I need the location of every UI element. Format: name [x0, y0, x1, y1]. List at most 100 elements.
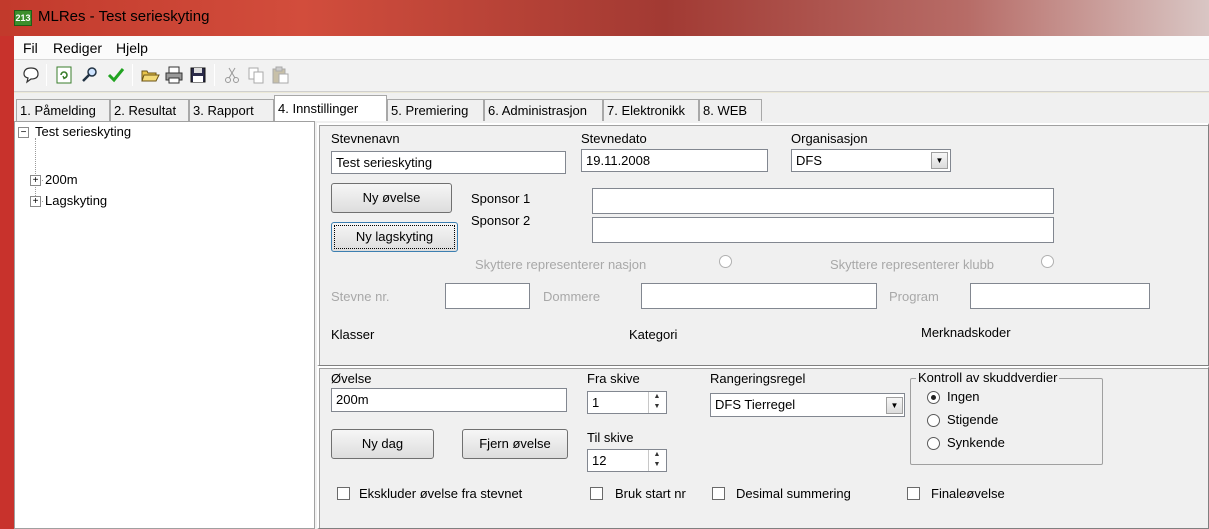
tab-report[interactable]: 3. Rapport: [189, 99, 274, 121]
exercise-settings-panel: Øvelse 200m Fra skive 1 ▲ ▼ Til skive 12 …: [317, 366, 1209, 529]
background-window-edge: [0, 36, 14, 529]
exclude-exercise-checkbox[interactable]: [337, 487, 350, 500]
judges-field[interactable]: [641, 283, 877, 309]
chevron-down-icon[interactable]: ▼: [886, 397, 903, 414]
sponsor2-label: Sponsor 2: [471, 213, 531, 228]
organisation-value: DFS: [796, 153, 822, 168]
new-team-shooting-button[interactable]: Ny lagskyting: [331, 222, 458, 252]
club-representation-label: Skyttere representerer klubb: [830, 257, 995, 272]
ranking-rule-select[interactable]: DFS Tierregel: [710, 393, 905, 417]
category-label: Kategori: [629, 327, 678, 342]
tab-web[interactable]: 8. WEB: [699, 99, 762, 121]
classes-label: Klasser: [331, 327, 375, 342]
window-title: MLRes - Test serieskyting: [38, 8, 210, 25]
new-day-button[interactable]: Ny dag: [331, 429, 434, 459]
exclude-exercise-label: Ekskluder øvelse fra stevnet: [359, 486, 523, 501]
mark-codes-label: Merknadskoder: [921, 325, 1011, 340]
spin-up-icon[interactable]: ▲: [649, 450, 665, 460]
tab-settings[interactable]: 4. Innstillinger: [274, 95, 387, 121]
tab-strip: 1. Påmelding 2. Resultat 3. Rapport 4. I…: [14, 93, 1209, 121]
menu-edit[interactable]: Rediger: [53, 40, 102, 56]
sponsor2-field[interactable]: [592, 217, 1054, 243]
tab-prizes[interactable]: 5. Premiering: [387, 99, 484, 121]
event-name-field[interactable]: Test serieskyting: [331, 151, 566, 174]
ranking-rule-label: Rangeringsregel: [710, 371, 806, 386]
toolbar-separator: [46, 64, 47, 86]
toolbar-separator: [132, 64, 133, 86]
program-field[interactable]: [970, 283, 1150, 309]
from-target-spin[interactable]: ▲ ▼: [648, 392, 665, 413]
help-pointer-icon[interactable]: [21, 65, 41, 85]
expand-icon[interactable]: +: [30, 196, 41, 207]
program-label: Program: [889, 289, 939, 304]
shot-value-control-legend: Kontroll av skuddverdier: [916, 370, 1060, 385]
nation-representation-label: Skyttere representerer nasjon: [475, 257, 647, 272]
cut-icon: [222, 65, 242, 85]
sponsor1-label: Sponsor 1: [471, 191, 531, 206]
print-icon[interactable]: [164, 65, 184, 85]
final-exercise-label: Finaleøvelse: [931, 486, 1005, 501]
start-number-label: Bruk start nr: [615, 486, 686, 501]
club-radio[interactable]: [1041, 255, 1054, 268]
from-target-value: 1: [592, 395, 600, 410]
decimal-sum-label: Desimal summering: [736, 486, 851, 501]
from-target-label: Fra skive: [587, 371, 640, 386]
copy-icon: [246, 65, 266, 85]
tab-results[interactable]: 2. Resultat: [110, 99, 189, 121]
event-tree: − Test serieskyting + 200m + Lagskyting: [14, 121, 315, 529]
paste-icon: [270, 65, 290, 85]
expand-icon[interactable]: +: [30, 175, 41, 186]
chevron-down-icon[interactable]: ▼: [931, 152, 948, 169]
radio-selected-dot: [931, 395, 936, 400]
control-option-descending: Synkende: [947, 435, 1005, 450]
control-radio-none[interactable]: [927, 391, 940, 404]
settings-area: Stevnenavn Test serieskyting Stevnedato …: [315, 121, 1209, 529]
event-number-label: Stevne nr.: [331, 289, 390, 304]
search-icon[interactable]: [80, 65, 100, 85]
to-target-spin[interactable]: ▲ ▼: [648, 450, 665, 471]
exercise-name-label: Øvelse: [331, 371, 372, 386]
organisation-select[interactable]: DFS: [791, 149, 951, 172]
menu-file[interactable]: Fil: [23, 40, 38, 56]
to-target-label: Til skive: [587, 430, 634, 445]
to-target-value: 12: [592, 453, 607, 468]
open-folder-icon[interactable]: [140, 65, 160, 85]
tree-item-200m[interactable]: 200m: [45, 172, 78, 187]
tree-root-label[interactable]: Test serieskyting: [35, 124, 131, 139]
ranking-rule-value: DFS Tierregel: [715, 397, 796, 412]
new-exercise-button[interactable]: Ny øvelse: [331, 183, 452, 213]
control-option-ascending: Stigende: [947, 412, 999, 427]
refresh-icon[interactable]: [54, 65, 74, 85]
tree-item-lagskyting[interactable]: Lagskyting: [45, 193, 107, 208]
nation-radio[interactable]: [719, 255, 732, 268]
collapse-icon[interactable]: −: [18, 127, 29, 138]
spin-down-icon[interactable]: ▼: [649, 402, 665, 412]
save-icon[interactable]: [188, 65, 208, 85]
control-radio-ascending[interactable]: [927, 414, 940, 427]
remove-exercise-button[interactable]: Fjern øvelse: [462, 429, 568, 459]
exercise-name-field[interactable]: 200m: [331, 388, 567, 412]
tab-administration[interactable]: 6. Administrasjon: [484, 99, 603, 121]
sponsor1-field[interactable]: [592, 188, 1054, 214]
control-option-none: Ingen: [947, 389, 980, 404]
spin-up-icon[interactable]: ▲: [649, 392, 665, 402]
decimal-sum-checkbox[interactable]: [712, 487, 725, 500]
tree-line: [35, 138, 36, 202]
event-number-field[interactable]: [445, 283, 530, 309]
control-radio-descending[interactable]: [927, 437, 940, 450]
start-number-checkbox[interactable]: [590, 487, 603, 500]
spin-down-icon[interactable]: ▼: [649, 460, 665, 470]
menu-bar: Fil Rediger Hjelp: [14, 36, 1209, 60]
tab-electronics[interactable]: 7. Elektronikk: [603, 99, 699, 121]
check-icon[interactable]: [106, 65, 126, 85]
menu-help[interactable]: Hjelp: [116, 40, 148, 56]
tab-registration[interactable]: 1. Påmelding: [16, 99, 110, 121]
event-date-field[interactable]: 19.11.2008: [581, 149, 768, 172]
judges-label: Dommere: [543, 289, 601, 304]
event-settings-panel: Stevnenavn Test serieskyting Stevnedato …: [317, 123, 1209, 366]
app-icon: 213: [14, 10, 32, 26]
organisation-label: Organisasjon: [791, 131, 868, 146]
title-bar[interactable]: 213 MLRes - Test serieskyting: [0, 0, 1209, 36]
final-exercise-checkbox[interactable]: [907, 487, 920, 500]
event-name-label: Stevnenavn: [331, 131, 400, 146]
